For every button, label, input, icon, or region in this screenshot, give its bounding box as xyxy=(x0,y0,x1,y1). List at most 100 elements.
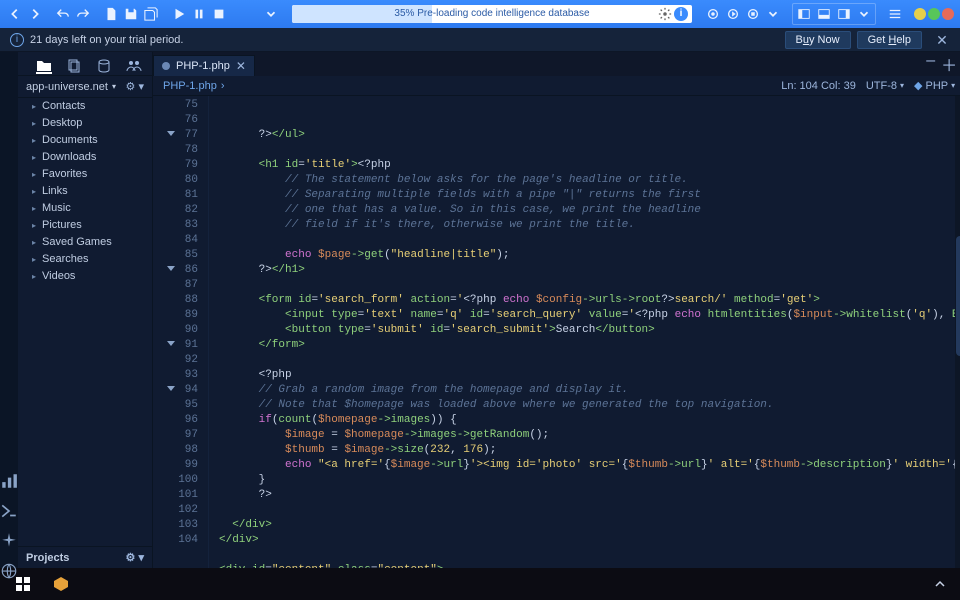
add-tab-icon[interactable]: ＋ xyxy=(941,52,957,76)
code-line[interactable]: if(count($homepage->images)) { xyxy=(219,413,960,428)
tree-item[interactable]: ▸Desktop xyxy=(18,115,152,132)
code-line[interactable]: // The statement below asks for the page… xyxy=(219,173,960,188)
fold-icon[interactable] xyxy=(167,386,175,391)
code-line[interactable] xyxy=(219,143,960,158)
gutter-line: 80 xyxy=(153,173,208,188)
code-content[interactable]: ?></ul> <h1 id='title'><?php // The stat… xyxy=(209,96,960,568)
undo-icon[interactable] xyxy=(54,5,72,23)
tree-item[interactable]: ▸Links xyxy=(18,183,152,200)
step-icon[interactable] xyxy=(724,5,742,23)
code-line[interactable]: <?php xyxy=(219,368,960,383)
start-button[interactable] xyxy=(4,570,42,598)
rec2-icon[interactable] xyxy=(744,5,762,23)
pause-icon[interactable] xyxy=(190,5,208,23)
sparkle-icon[interactable] xyxy=(0,532,18,550)
tree-item[interactable]: ▸Downloads xyxy=(18,149,152,166)
tree-item[interactable]: ▸Documents xyxy=(18,132,152,149)
code-line[interactable]: <h1 id='title'><?php xyxy=(219,158,960,173)
gutter-line: 97 xyxy=(153,428,208,443)
code-line[interactable]: // one that has a value. So in this case… xyxy=(219,203,960,218)
code-line[interactable]: ?></ul> xyxy=(219,128,960,143)
code-line[interactable]: </div> xyxy=(219,533,960,548)
tree-item-label: Documents xyxy=(42,134,98,147)
layout-more-icon[interactable] xyxy=(855,5,873,23)
gear-icon[interactable]: ⚙ ▾ xyxy=(126,551,144,564)
code-line[interactable]: ?> xyxy=(219,488,960,503)
minimize-panel-icon[interactable]: – xyxy=(926,52,935,76)
tree-item[interactable]: ▸Saved Games xyxy=(18,234,152,251)
folder-tab-icon[interactable] xyxy=(36,58,52,74)
buy-now-button[interactable]: Buy Now xyxy=(785,31,851,49)
code-line[interactable]: // Grab a random image from the homepage… xyxy=(219,383,960,398)
code-line[interactable]: <input type='text' name='q' id='search_q… xyxy=(219,308,960,323)
tree-item[interactable]: ▸Pictures xyxy=(18,217,152,234)
code-line[interactable]: echo "<a href='{$image->url}'><img id='p… xyxy=(219,458,960,473)
tree-item[interactable]: ▸Searches xyxy=(18,251,152,268)
code-line[interactable]: } xyxy=(219,473,960,488)
close-icon[interactable]: ✕ xyxy=(934,32,950,48)
files-tab-icon[interactable] xyxy=(66,58,82,74)
fold-icon[interactable] xyxy=(167,266,175,271)
app-taskbar-icon[interactable] xyxy=(42,570,80,598)
database-tab-icon[interactable] xyxy=(96,58,112,74)
code-line[interactable]: <button type='submit' id='search_submit'… xyxy=(219,323,960,338)
cursor-position[interactable]: Ln: 104 Col: 39 xyxy=(781,80,856,92)
code-line[interactable]: // field if it's there, otherwise we pri… xyxy=(219,218,960,233)
code-line[interactable]: echo $page->get("headline|title"); xyxy=(219,248,960,263)
scrollbar[interactable] xyxy=(955,96,960,568)
minimize-icon[interactable] xyxy=(914,8,926,20)
terminal-icon[interactable] xyxy=(0,502,18,520)
code-line[interactable] xyxy=(219,503,960,518)
new-file-icon[interactable] xyxy=(102,5,120,23)
get-help-button[interactable]: Get Help xyxy=(857,31,922,49)
tray-up-icon[interactable] xyxy=(930,570,950,598)
code-line[interactable]: </div> xyxy=(219,518,960,533)
info-icon[interactable]: i xyxy=(674,7,688,21)
maximize-icon[interactable] xyxy=(928,8,940,20)
tree-item[interactable]: ▸Favorites xyxy=(18,166,152,183)
tree-item[interactable]: ▸Music xyxy=(18,200,152,217)
code-line[interactable]: <form id='search_form' action='<?php ech… xyxy=(219,293,960,308)
back-icon[interactable] xyxy=(6,5,24,23)
code-line[interactable]: // Note that $homepage was loaded above … xyxy=(219,398,960,413)
redo-icon[interactable] xyxy=(74,5,92,23)
forward-icon[interactable] xyxy=(26,5,44,23)
code-line[interactable] xyxy=(219,233,960,248)
close-tab-icon[interactable]: ✕ xyxy=(236,59,246,73)
stop-icon[interactable] xyxy=(210,5,228,23)
users-tab-icon[interactable] xyxy=(126,58,142,74)
code-line[interactable]: </form> xyxy=(219,338,960,353)
code-line[interactable] xyxy=(219,548,960,563)
language[interactable]: ◆ PHP ▾ xyxy=(914,79,955,92)
encoding[interactable]: UTF-8 ▾ xyxy=(866,80,904,92)
code-line[interactable]: $image = $homepage->images->getRandom(); xyxy=(219,428,960,443)
dropdown-toolbar-icon[interactable] xyxy=(262,5,280,23)
layout-left-icon[interactable] xyxy=(795,5,813,23)
record-icon[interactable] xyxy=(704,5,722,23)
projects-panel[interactable]: Projects ⚙ ▾ xyxy=(18,546,152,568)
code-line[interactable]: // Separating multiple fields with a pip… xyxy=(219,188,960,203)
gear-icon[interactable] xyxy=(658,7,672,21)
code-line[interactable]: ?></h1> xyxy=(219,263,960,278)
menu-icon[interactable] xyxy=(886,5,904,23)
layout-bottom-icon[interactable] xyxy=(815,5,833,23)
editor-tab[interactable]: PHP-1.php ✕ xyxy=(153,55,255,76)
gear-icon[interactable]: ⚙ ▾ xyxy=(126,80,144,93)
fold-icon[interactable] xyxy=(167,131,175,136)
tree-item[interactable]: ▸Contacts xyxy=(18,98,152,115)
save-all-icon[interactable] xyxy=(142,5,160,23)
code-line[interactable]: $thumb = $image->size(232, 176); xyxy=(219,443,960,458)
breadcrumb-file[interactable]: PHP-1.php xyxy=(163,80,217,92)
code-line[interactable] xyxy=(219,278,960,293)
close-window-icon[interactable] xyxy=(942,8,954,20)
code-line[interactable]: <div id="content" class="content"> xyxy=(219,563,960,568)
fold-icon[interactable] xyxy=(167,341,175,346)
tree-item[interactable]: ▸Videos xyxy=(18,268,152,285)
dropdown-icon[interactable] xyxy=(764,5,782,23)
save-icon[interactable] xyxy=(122,5,140,23)
connection-row[interactable]: app-universe.net ▾ ⚙ ▾ xyxy=(18,76,152,98)
play-icon[interactable] xyxy=(170,5,188,23)
chart-icon[interactable] xyxy=(0,472,18,490)
code-line[interactable] xyxy=(219,353,960,368)
layout-right-icon[interactable] xyxy=(835,5,853,23)
